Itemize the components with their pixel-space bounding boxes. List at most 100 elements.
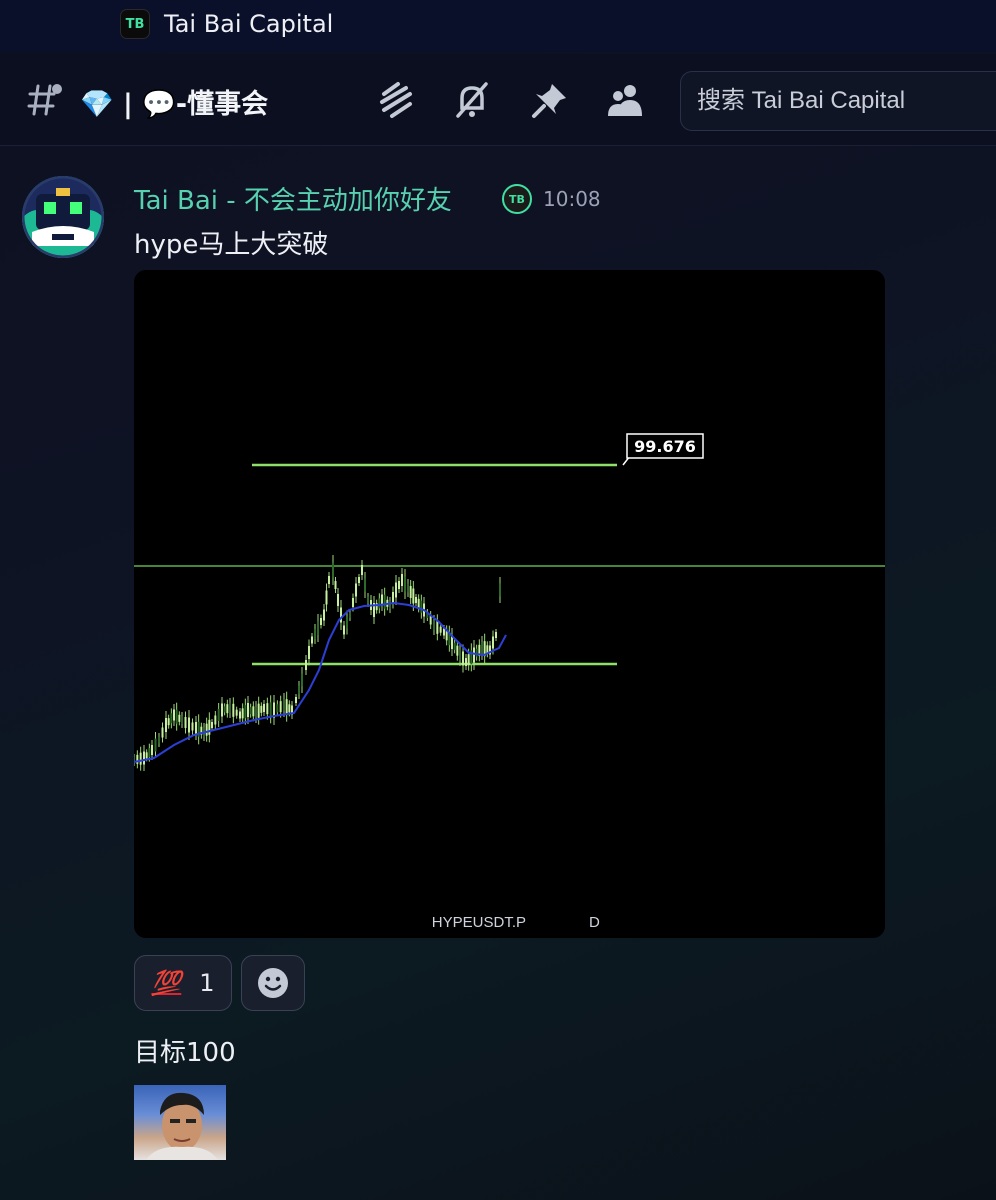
candle-body: [181, 716, 183, 724]
candle-body: [148, 748, 151, 758]
candle-body: [475, 648, 478, 657]
candle-body: [283, 699, 285, 711]
chart-symbol-label: HYPEUSDT.P: [432, 914, 526, 931]
candle-body: [364, 578, 366, 592]
candle-body: [226, 704, 229, 714]
candle-body: [247, 703, 249, 717]
avatar[interactable]: [22, 176, 104, 258]
candle-body: [465, 658, 467, 666]
candle-body: [239, 711, 241, 719]
candle-body: [343, 625, 345, 635]
candle-body: [191, 722, 194, 731]
candle-body: [317, 621, 319, 635]
candle-body: [145, 752, 148, 759]
candle-body: [328, 576, 330, 584]
candle-body: [499, 583, 501, 597]
chart-attachment[interactable]: 99.676 HYPEUSDT.P D: [134, 270, 885, 938]
role-badge-text: TB: [509, 192, 525, 206]
candle-body: [221, 703, 223, 717]
candle-body: [223, 706, 226, 713]
candle-body: [229, 703, 231, 713]
candle-body: [252, 706, 255, 717]
server-logo[interactable]: TB: [120, 9, 150, 39]
candle-body: [208, 719, 211, 735]
candle-body: [334, 581, 337, 589]
add-reaction-button[interactable]: [241, 955, 305, 1011]
candle-body: [301, 673, 303, 687]
candle-body: [325, 590, 328, 605]
window-titlebar: TB Tai Bai Capital: [0, 0, 996, 52]
candle-body: [361, 565, 363, 575]
candle-body: [257, 703, 260, 718]
candle-body: [244, 705, 247, 719]
search-box[interactable]: [680, 71, 996, 131]
reaction-count: 1: [199, 969, 215, 997]
candle-body: [158, 736, 160, 744]
candle-body: [184, 717, 187, 728]
candle-body: [398, 581, 400, 589]
search-input[interactable]: [697, 87, 996, 115]
candle-body: [188, 717, 190, 733]
hashtag-icon: [26, 80, 64, 129]
message-username[interactable]: Tai Bai - 不会主动加你好友: [134, 180, 452, 217]
candle-body: [367, 596, 369, 604]
candle-body: [417, 598, 420, 608]
server-logo-text: TB: [125, 16, 145, 32]
reaction-100[interactable]: 💯 1: [134, 955, 232, 1011]
target-level-label: 99.676: [634, 437, 696, 456]
candle-body: [214, 715, 217, 725]
role-badge-icon[interactable]: TB: [502, 184, 532, 214]
candle-body: [167, 718, 170, 726]
threads-icon[interactable]: [376, 80, 416, 120]
message-text-2: 目标100: [134, 1038, 236, 1068]
candle-body: [288, 704, 291, 713]
candle-body: [401, 574, 403, 586]
candle-body: [260, 705, 263, 713]
candle-body: [276, 704, 279, 713]
candle-body: [456, 645, 459, 656]
candle-body: [178, 714, 181, 722]
candle-body: [255, 706, 257, 718]
candle-body: [311, 636, 313, 644]
server-name[interactable]: Tai Bai Capital: [164, 10, 333, 38]
candle-body: [269, 702, 272, 717]
candle-body: [285, 699, 288, 715]
candle-body: [139, 752, 142, 765]
candle-body: [355, 583, 357, 597]
message-text: hype马上大突破: [134, 230, 329, 260]
candle-body: [443, 628, 445, 636]
candle-body: [205, 723, 208, 736]
candle-body: [453, 642, 456, 650]
candle-body: [308, 646, 310, 659]
candle-body: [420, 600, 423, 613]
candle-body: [415, 597, 417, 603]
candle-body: [412, 588, 415, 604]
candle-body: [232, 703, 235, 717]
candle-body: [395, 582, 397, 598]
smiley-icon: [258, 968, 288, 998]
candle-body: [217, 709, 220, 721]
candle-body: [492, 636, 494, 649]
mute-bell-icon[interactable]: [452, 80, 492, 120]
members-icon[interactable]: [606, 80, 646, 120]
candle-body: [481, 642, 483, 654]
candle-body: [235, 709, 238, 716]
candle-body: [349, 612, 351, 618]
candle-body: [383, 594, 386, 609]
moving-average-line: [134, 601, 507, 763]
candle-body: [473, 647, 475, 663]
candle-body: [407, 583, 409, 593]
candle-body: [389, 601, 391, 609]
candle-body: [352, 598, 354, 607]
channel-header: 💎 | 💬-懂事会: [0, 54, 996, 146]
candle-body: [151, 745, 153, 755]
candle-body: [467, 654, 470, 666]
candle-body: [433, 620, 435, 630]
pin-icon[interactable]: [530, 80, 570, 120]
candle-body: [298, 685, 300, 695]
message-timestamp: 10:08: [543, 187, 601, 211]
reaction-image-thumbnail[interactable]: [134, 1085, 226, 1160]
candle-body: [409, 586, 412, 598]
candle-body: [340, 607, 342, 623]
channel-name: 💎 | 💬-懂事会: [80, 89, 269, 120]
